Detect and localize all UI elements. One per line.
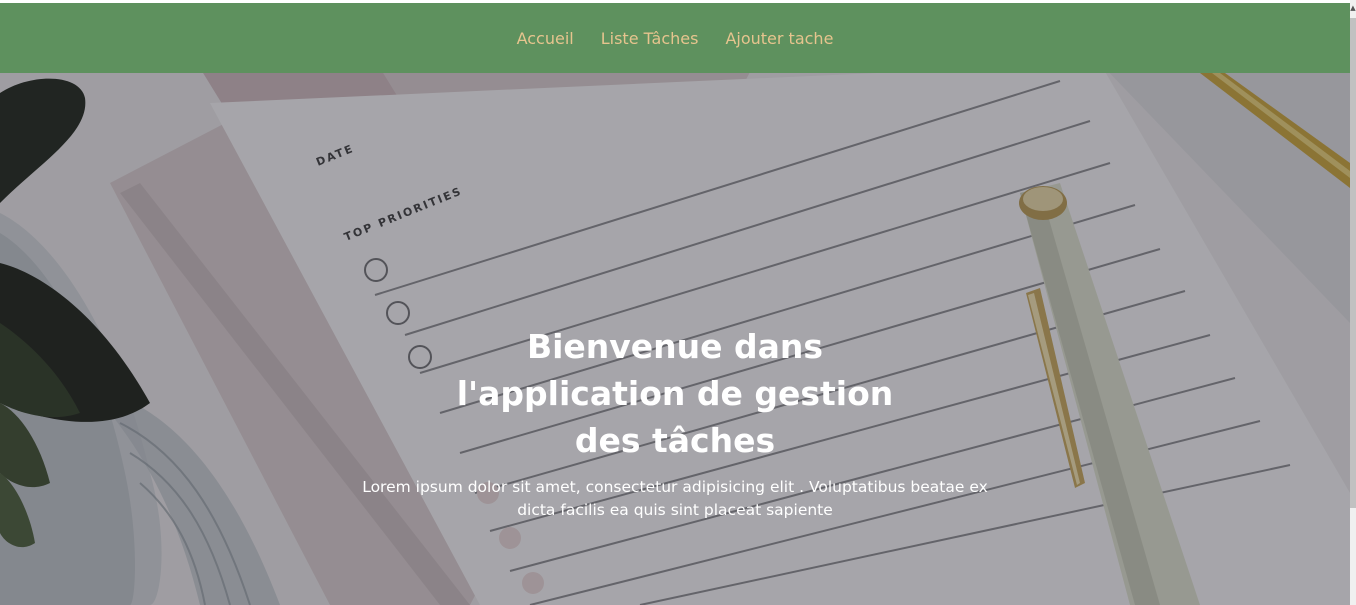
page-scrollbar[interactable]: ▲ xyxy=(1350,0,1356,605)
scroll-up-arrow-icon[interactable]: ▲ xyxy=(1350,3,1356,13)
scrollbar-thumb[interactable] xyxy=(1350,18,1356,508)
nav-links: Accueil Liste Tâches Ajouter tache xyxy=(517,29,834,48)
navbar: Accueil Liste Tâches Ajouter tache xyxy=(0,3,1350,73)
hero-description: Lorem ipsum dolor sit amet, consectetur … xyxy=(362,478,988,519)
nav-link-liste-taches[interactable]: Liste Tâches xyxy=(601,29,699,48)
nav-link-accueil[interactable]: Accueil xyxy=(517,29,574,48)
hero-title: Bienvenue dans l'application de gestion … xyxy=(456,327,894,460)
hero-content: Bienvenue dans l'application de gestion … xyxy=(350,323,1000,522)
nav-link-ajouter-tache[interactable]: Ajouter tache xyxy=(725,29,833,48)
page: Accueil Liste Tâches Ajouter tache DATE … xyxy=(0,0,1356,605)
hero-section: DATE TOP PRIORITIES Bienvenue dans l'app… xyxy=(0,73,1350,605)
